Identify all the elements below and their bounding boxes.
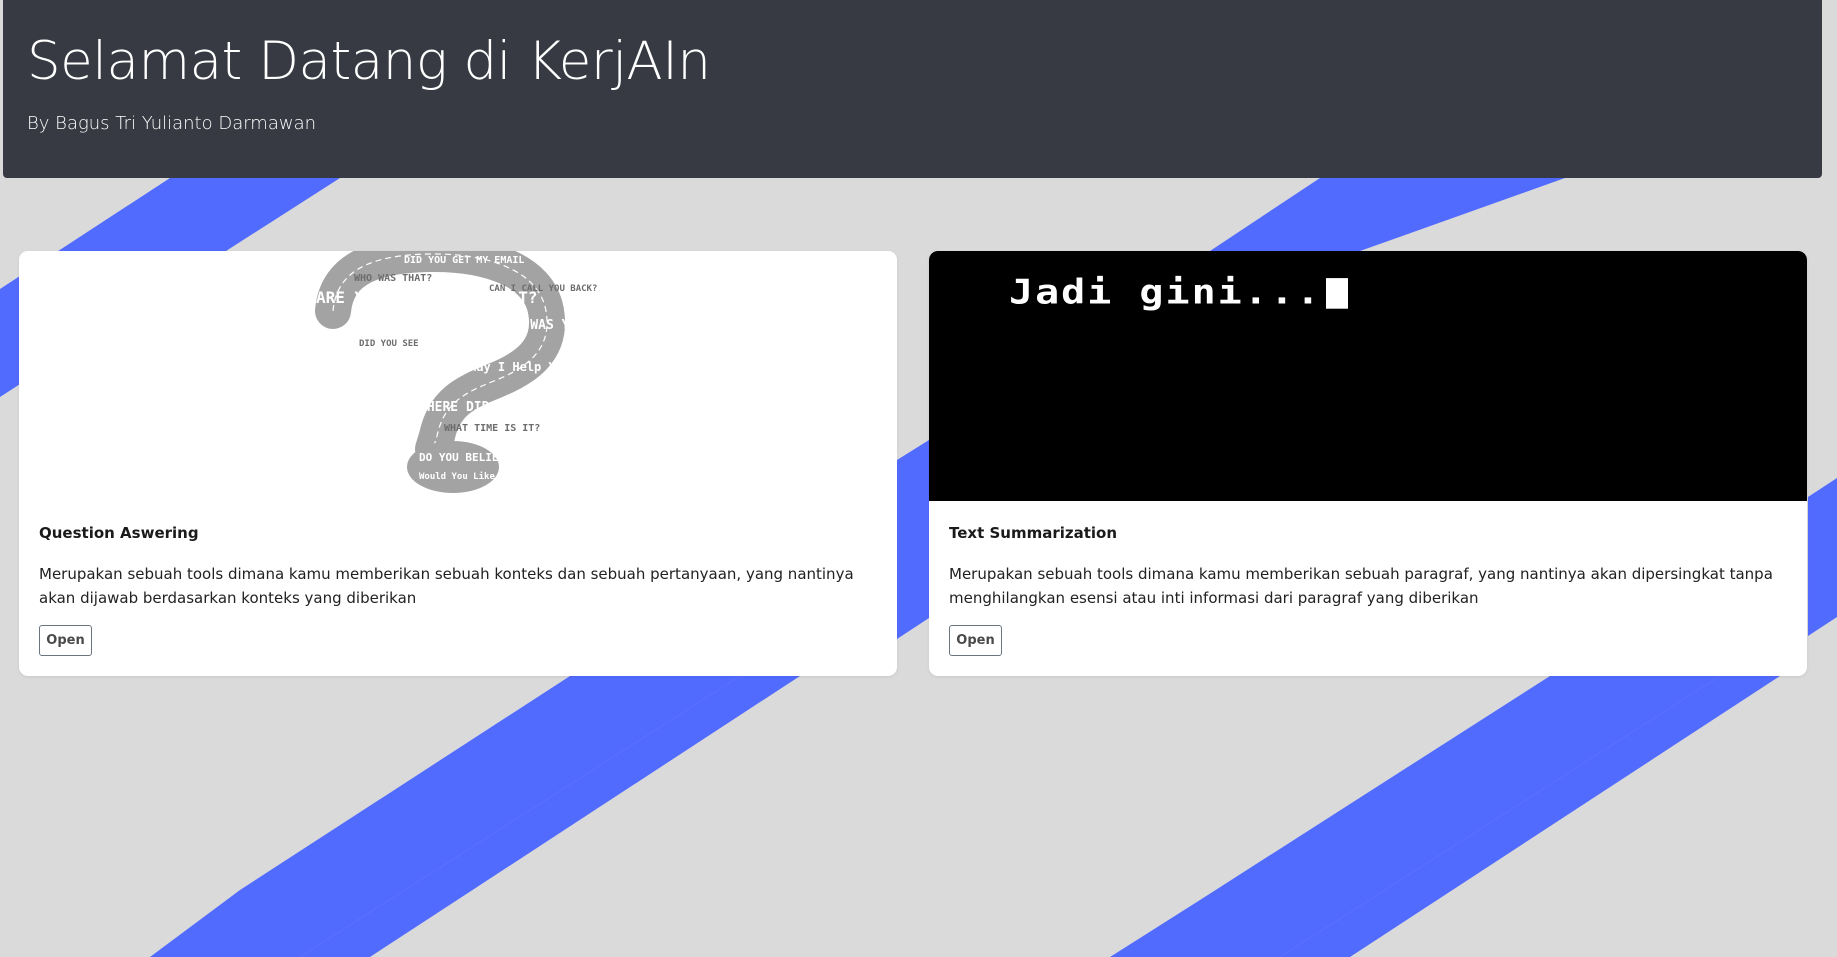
typing-text: Jadi gini... bbox=[1009, 273, 1348, 312]
word-cloud-text: WHAT TIME IS IT? bbox=[444, 423, 540, 434]
open-text-summarization-button[interactable]: Open bbox=[949, 625, 1002, 656]
word-cloud-text: WHO WAS THAT? bbox=[354, 273, 432, 284]
text-cursor-icon bbox=[1325, 278, 1348, 309]
header-banner: Selamat Datang di KerjAIn By Bagus Tri Y… bbox=[3, 0, 1822, 178]
page-title: Selamat Datang di KerjAIn bbox=[27, 31, 711, 92]
word-cloud-text: Would You Like Something To Drink? bbox=[419, 471, 603, 482]
word-cloud-text: May I Help You? bbox=[469, 360, 577, 374]
card-description: Merupakan sebuah tools dimana kamu membe… bbox=[949, 565, 1773, 607]
card-title: Text Summarization bbox=[949, 524, 1118, 542]
word-cloud-text: HOW WAS YOUR DAY? bbox=[499, 318, 632, 333]
page-subtitle: By Bagus Tri Yulianto Darmawan bbox=[27, 113, 317, 134]
word-cloud-text: DO YOU BELIEVE IN GHOSTS? bbox=[419, 451, 585, 464]
word-cloud-text: CAN I CALL YOU BACK? bbox=[489, 284, 597, 294]
card-question-answering: ARE YOU GONNA EAT THAT? DID YOU GET MY E… bbox=[19, 251, 897, 676]
word-cloud-text: WHERE DID I PARK THE CAR? bbox=[419, 400, 615, 415]
open-question-answering-button[interactable]: Open bbox=[39, 625, 92, 656]
typing-text-content: Jadi gini... bbox=[1009, 273, 1322, 313]
question-mark-image: ARE YOU GONNA EAT THAT? DID YOU GET MY E… bbox=[19, 251, 897, 501]
typing-text-image: Jadi gini... bbox=[929, 251, 1807, 501]
card-text-summarization: Jadi gini... Text Summarization Merupaka… bbox=[929, 251, 1807, 676]
card-description: Merupakan sebuah tools dimana kamu membe… bbox=[39, 565, 854, 607]
word-cloud-text: DID YOU SEE bbox=[359, 339, 419, 349]
word-cloud-text: DID YOU GET MY EMAIL bbox=[404, 255, 524, 266]
card-title: Question Aswering bbox=[39, 524, 199, 542]
question-mark-word-cloud-icon: ARE YOU GONNA EAT THAT? DID YOU GET MY E… bbox=[315, 251, 632, 493]
